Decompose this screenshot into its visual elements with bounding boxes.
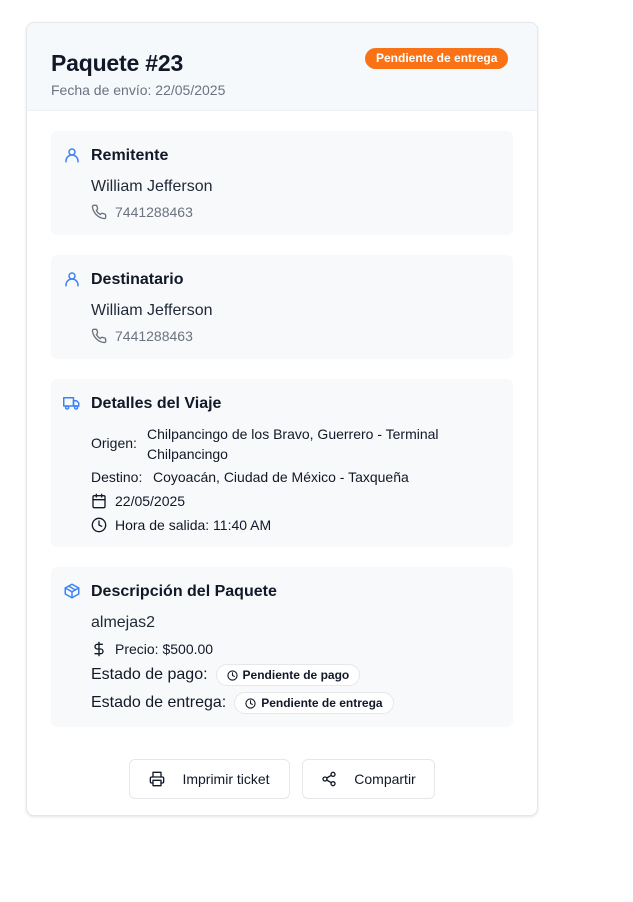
delivery-status-text: Pendiente de entrega — [261, 696, 383, 710]
recipient-section: Destinatario William Jefferson 744128846… — [51, 255, 513, 359]
shipping-date: Fecha de envío: 22/05/2025 — [51, 82, 226, 98]
departure-time: Hora de salida: 11:40 AM — [115, 517, 272, 533]
package-icon — [64, 583, 80, 599]
recipient-name: William Jefferson — [91, 302, 213, 319]
user-icon — [65, 148, 79, 163]
dollar-icon — [94, 641, 104, 657]
printer-icon — [150, 771, 165, 787]
sender-name: William Jefferson — [91, 178, 213, 195]
price-row: Precio: $500.00 — [91, 641, 213, 657]
print-ticket-label: Imprimir ticket — [182, 771, 270, 787]
recipient-phone-row: 7441288463 — [91, 328, 193, 344]
recipient-title: Destinatario — [91, 271, 184, 288]
share-icon — [322, 771, 336, 787]
user-icon — [65, 272, 79, 287]
payment-status-text: Pendiente de pago — [242, 668, 350, 682]
trip-section: Detalles del Viaje Origen: Chilpancingo … — [51, 379, 513, 547]
truck-icon — [63, 397, 80, 410]
package-title: Paquete #23 — [51, 50, 184, 76]
payment-status-label: Estado de pago: — [91, 666, 208, 683]
sender-section: Remitente William Jefferson 7441288463 — [51, 131, 513, 235]
phone-icon — [91, 328, 107, 344]
trip-date-row: 22/05/2025 — [91, 493, 185, 509]
card-header: Paquete #23 Fecha de envío: 22/05/2025 P… — [27, 23, 537, 111]
clock-icon — [91, 517, 107, 533]
sender-title: Remitente — [91, 147, 169, 164]
payment-status-pill: Pendiente de pago — [215, 664, 361, 686]
delivery-status-pill: Pendiente de entrega — [234, 692, 394, 714]
sender-phone-row: 7441288463 — [91, 204, 193, 220]
package-description: almejas2 — [91, 614, 156, 631]
delivery-status-label: Estado de entrega: — [91, 694, 227, 711]
sender-phone: 7441288463 — [115, 204, 193, 220]
print-ticket-button[interactable]: Imprimir ticket — [129, 759, 290, 799]
share-button[interactable]: Compartir — [302, 759, 435, 799]
departure-row: Hora de salida: 11:40 AM — [91, 517, 271, 533]
package-section: Descripción del Paquete almejas2 Precio:… — [51, 567, 513, 727]
phone-icon — [91, 204, 107, 220]
origin-label: Origen: — [91, 435, 137, 451]
delivery-status-badge: Pendiente de entrega — [365, 48, 509, 69]
destination-value: Coyoacán, Ciudad de México - Taxqueña — [153, 469, 409, 485]
payment-status-line: Estado de pago: Pendiente de pago — [91, 664, 361, 686]
destination-label: Destino: — [91, 469, 143, 485]
calendar-icon — [92, 493, 106, 509]
recipient-phone: 7441288463 — [115, 328, 193, 344]
package-title-section: Descripción del Paquete — [91, 583, 277, 600]
trip-date: 22/05/2025 — [115, 493, 186, 509]
clock-icon — [226, 669, 238, 681]
share-label: Compartir — [354, 771, 416, 787]
delivery-status-line: Estado de entrega: Pendiente de entrega — [91, 692, 394, 714]
package-price: Precio: $500.00 — [115, 641, 214, 657]
package-card: Paquete #23 Fecha de envío: 22/05/2025 P… — [26, 22, 538, 816]
origin-value: Chilpancingo de los Bravo, Guerrero - Te… — [147, 426, 439, 462]
clock-icon — [245, 697, 256, 709]
trip-title: Detalles del Viaje — [91, 395, 222, 412]
